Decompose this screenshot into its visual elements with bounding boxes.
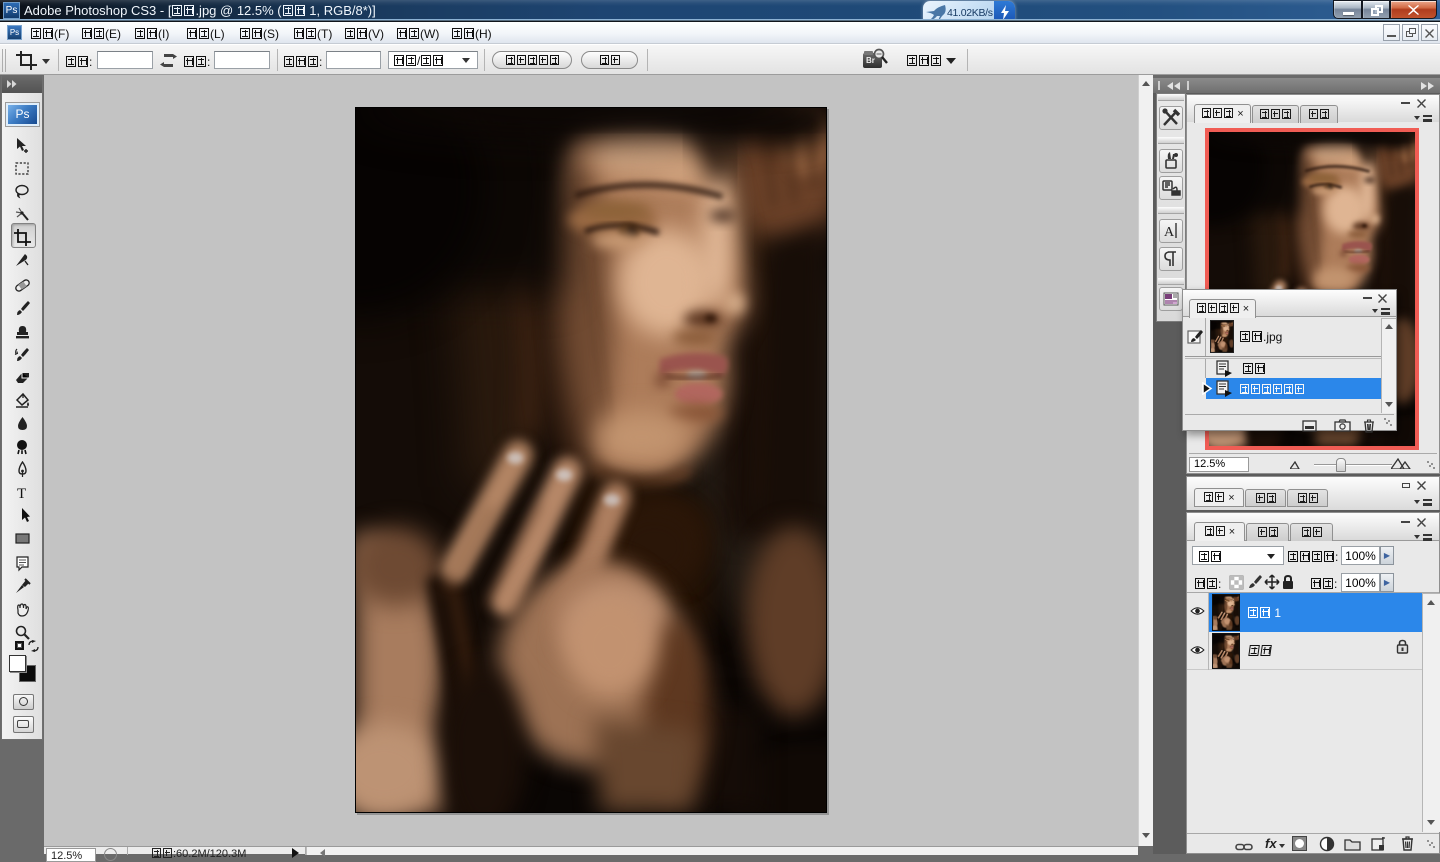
svg-text:T: T (17, 486, 26, 501)
svg-text:A: A (1164, 225, 1175, 240)
